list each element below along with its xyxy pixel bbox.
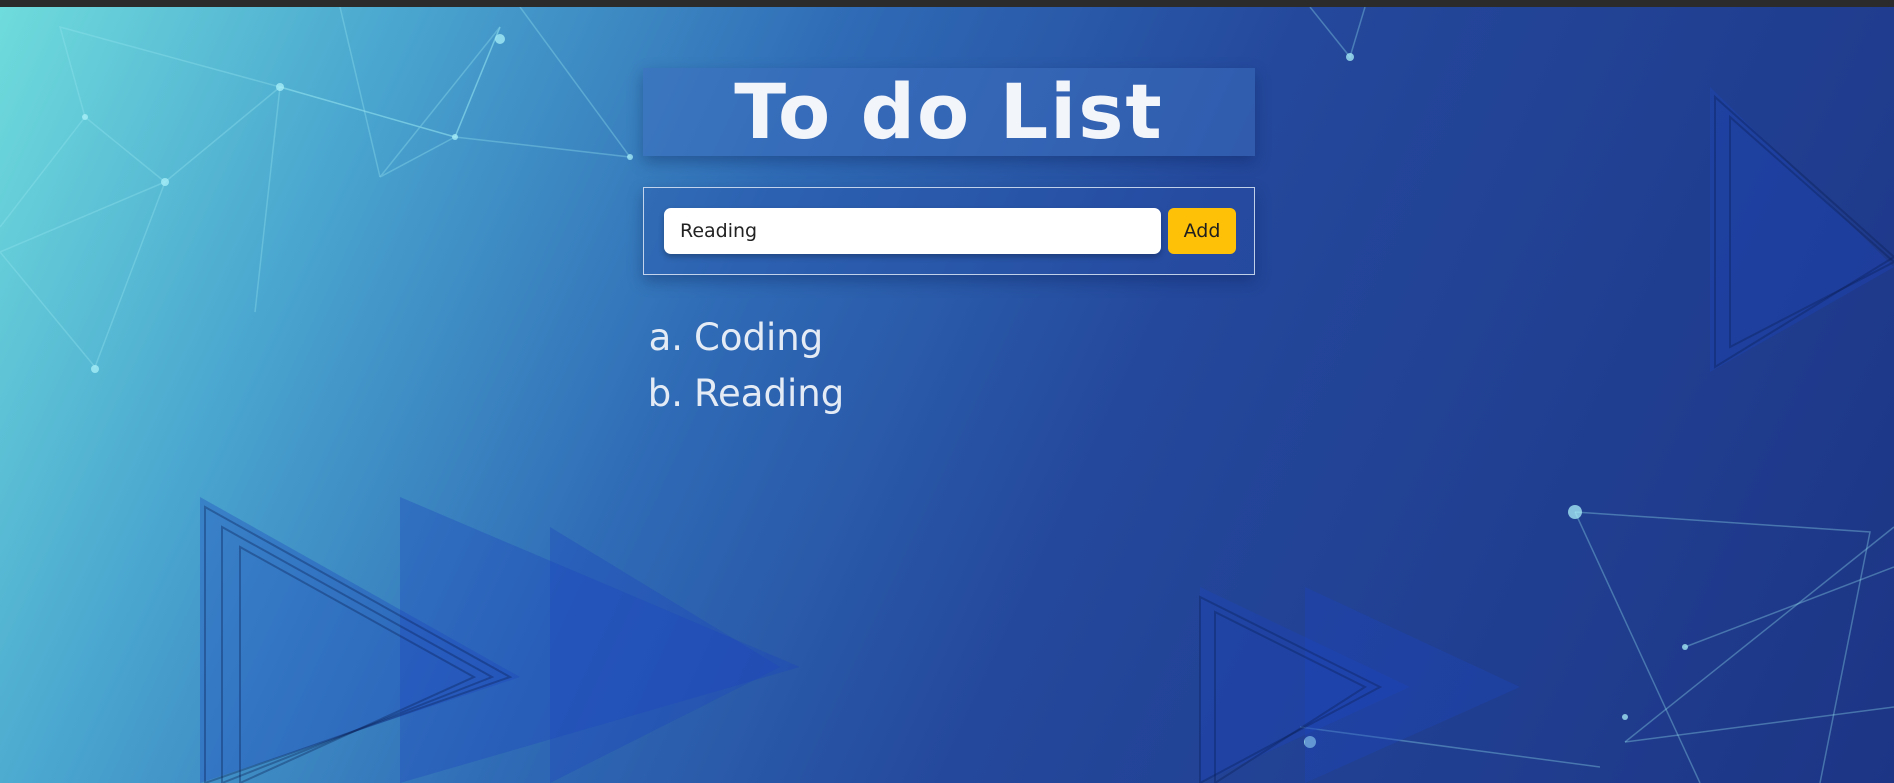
todo-item-marker: a. (648, 316, 683, 359)
todo-list: a. Coding b. Reading (640, 310, 844, 422)
todo-item-label: Coding (694, 316, 824, 359)
todo-item[interactable]: b. Reading (640, 366, 844, 422)
title-banner: To do List (643, 68, 1255, 156)
window-top-bar (0, 0, 1894, 7)
add-button[interactable]: Add (1168, 208, 1236, 254)
todo-item[interactable]: a. Coding (640, 310, 844, 366)
add-task-form: Add (643, 187, 1255, 275)
todo-item-label: Reading (694, 372, 845, 415)
task-input[interactable] (664, 208, 1161, 254)
todo-item-marker: b. (647, 372, 683, 415)
page-title: To do List (734, 67, 1164, 156)
